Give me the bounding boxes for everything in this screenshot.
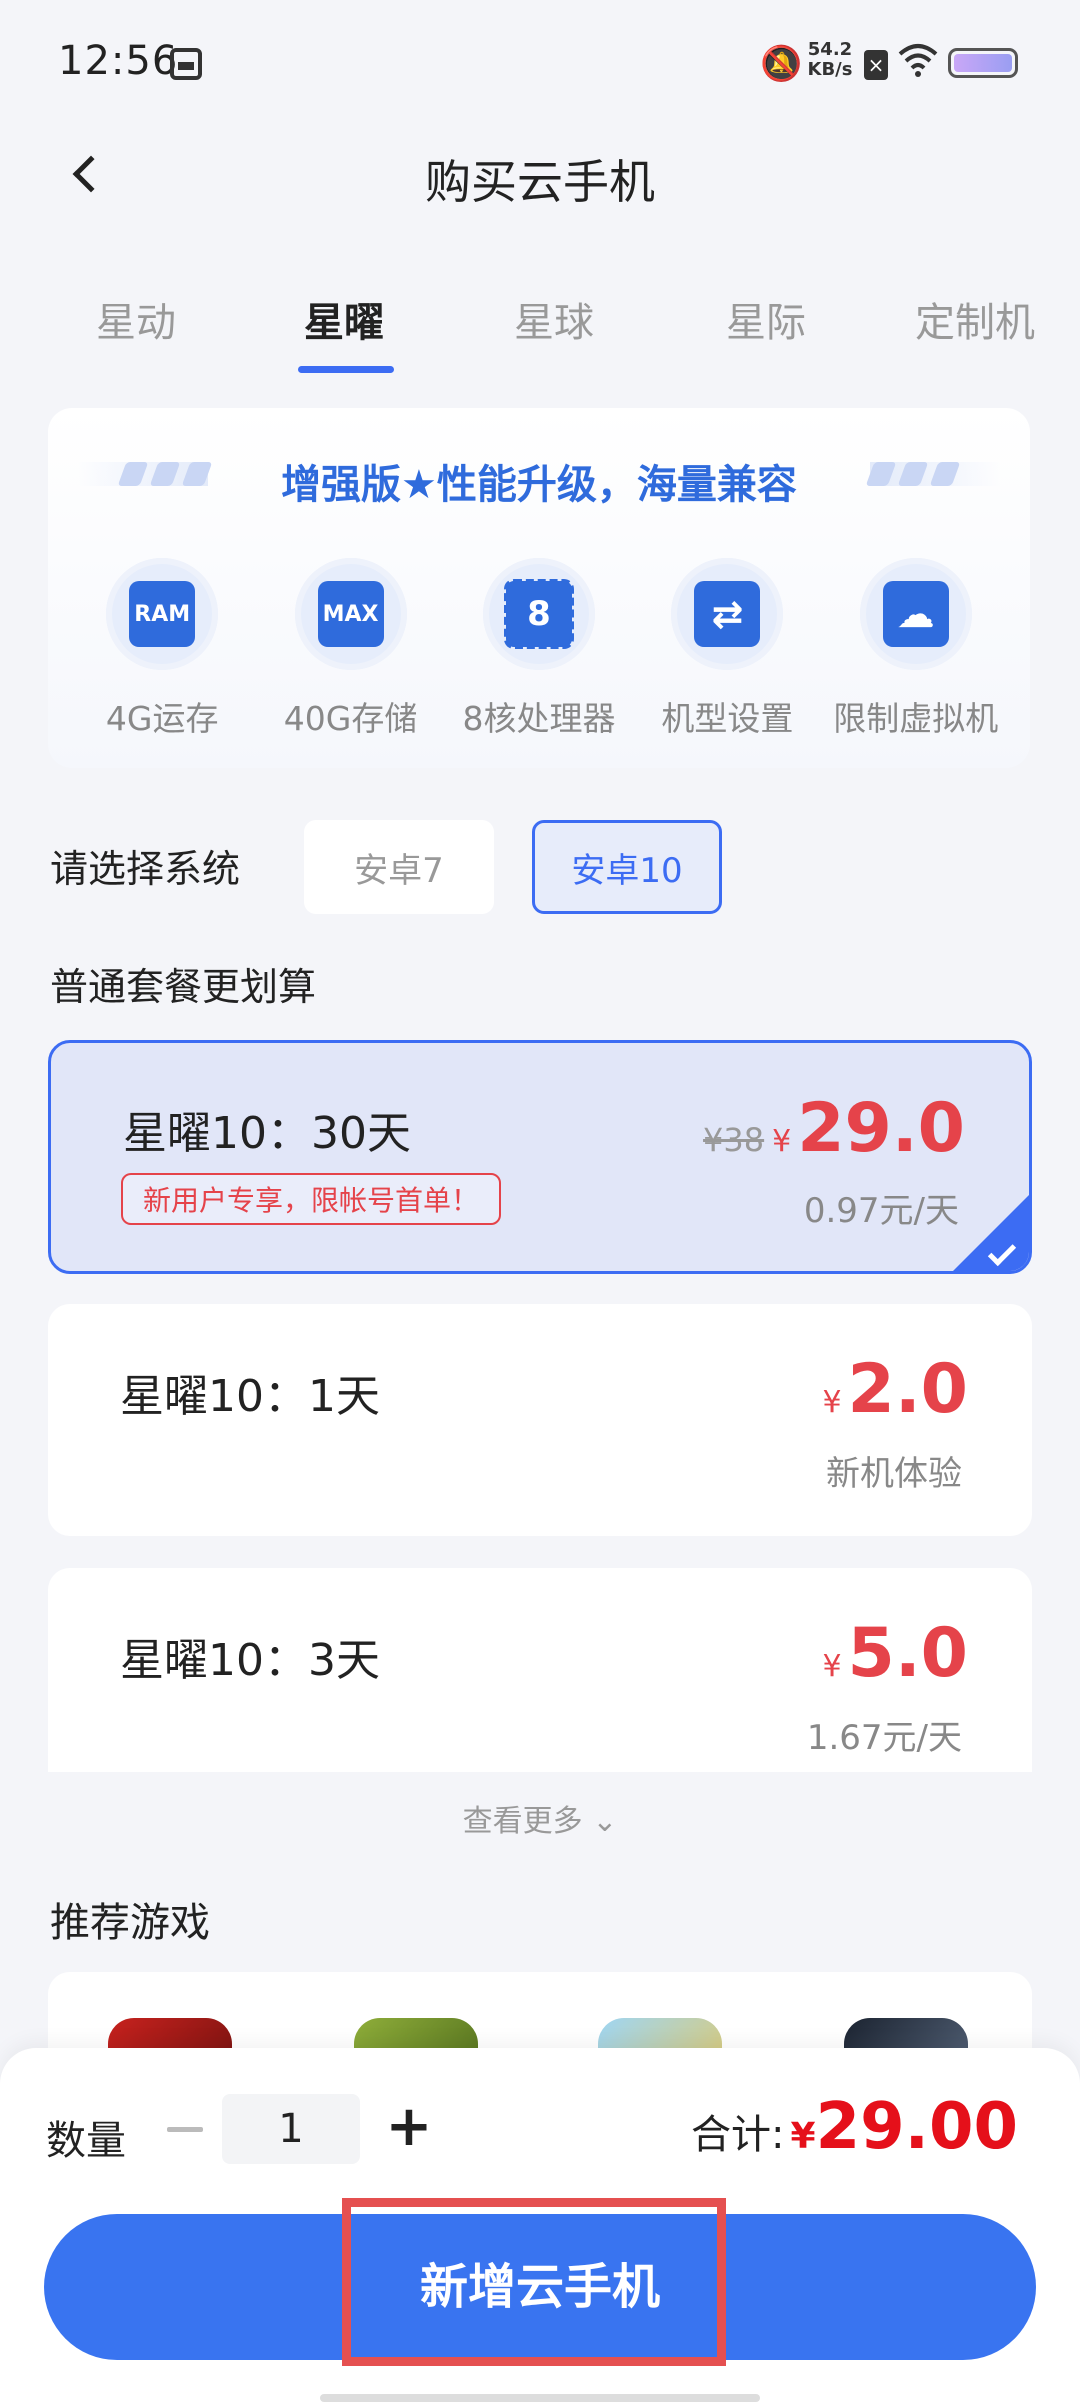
battery-level (954, 54, 1012, 72)
ram-icon: RAM (129, 581, 196, 647)
plan-card-3days[interactable]: 星曜10：3天 ¥ 5.0 1.67元/天 (48, 1568, 1032, 1772)
tab-xingji[interactable]: 星际 (722, 290, 810, 348)
plan-price: ¥ 5.0 (822, 1614, 968, 1693)
network-speed: 54.2 KB/s (800, 40, 860, 80)
feature-list: RAM 4G运存 MAX 40G存储 8 8核处理器 ⇄ 机型设置 ☁ 限制虚拟… (48, 558, 1030, 740)
total-currency: ¥ (790, 2116, 816, 2157)
total-price: 合计: ¥ 29.00 (691, 2090, 1018, 2164)
feature-label: 8核处理器 (462, 699, 616, 738)
highlight-box (342, 2198, 726, 2366)
quantity-increase-button[interactable]: + (374, 2094, 444, 2164)
plans-section-title: 普通套餐更划算 (50, 965, 317, 1009)
tab-xingqiu[interactable]: 星球 (510, 290, 598, 348)
plan-card-30days[interactable]: 星曜10：30天 新用户专享，限帐号首单！ ¥38 ¥ 29.0 0.97元/天 (48, 1040, 1032, 1274)
price-value: 5.0 (847, 1614, 968, 1693)
network-speed-unit: KB/s (807, 59, 853, 80)
tab-custom[interactable]: 定制机 (910, 290, 1040, 348)
price-value: 2.0 (847, 1350, 968, 1429)
network-speed-value: 54.2 (807, 39, 853, 60)
feature-label: 4G运存 (105, 699, 219, 738)
status-time: 12:56 (58, 38, 179, 84)
plan-card-1day[interactable]: 星曜10：1天 ¥ 2.0 新机体验 (48, 1304, 1032, 1536)
cpu-icon: 8 (503, 579, 574, 649)
product-tabs: 星动 星曜 星球 星际 定制机 (0, 290, 1080, 380)
price-currency: ¥ (772, 1124, 792, 1159)
daily-price: 0.97元/天 (803, 1191, 959, 1231)
banner-decoration-right (865, 462, 1000, 486)
feature-label: 机型设置 (661, 699, 794, 738)
daily-price: 1.67元/天 (806, 1718, 962, 1758)
new-user-tag: 新用户专享，限帐号首单！ (121, 1173, 502, 1225)
system-option-android10[interactable]: 安卓10 (532, 820, 722, 914)
plan-name: 星曜10：30天 (123, 1108, 411, 1159)
quantity-decrease-button[interactable] (150, 2094, 220, 2164)
feature-item-cpu: 8 8核处理器 (449, 558, 629, 740)
plan-subtitle: 新机体验 (826, 1454, 962, 1494)
switch-model-icon: ⇄ (694, 581, 761, 647)
total-label: 合计: (691, 2112, 785, 2158)
see-more-link[interactable]: 查看更多 ⌄ (0, 1796, 1080, 1840)
plan-price: ¥38 ¥ 29.0 (703, 1089, 965, 1168)
battery-icon (948, 48, 1018, 78)
feature-label: 40G存储 (283, 699, 418, 738)
plan-price: ¥ 2.0 (822, 1350, 968, 1429)
wifi-icon (898, 44, 938, 77)
home-indicator[interactable] (320, 2394, 760, 2402)
active-tab-indicator (298, 366, 394, 373)
price-currency: ¥ (822, 1649, 842, 1684)
plan-name: 星曜10：1天 (120, 1371, 380, 1422)
storage-icon: MAX (317, 581, 384, 647)
feature-item-vm: ☁ 限制虚拟机 (826, 558, 1006, 740)
cloud-phone-icon: ☁ (882, 581, 949, 647)
price-currency: ¥ (822, 1385, 842, 1420)
feature-label: 限制虚拟机 (833, 699, 999, 738)
tab-xingdong[interactable]: 星动 (92, 290, 180, 348)
feature-item-model: ⇄ 机型设置 (637, 558, 817, 740)
no-sim-icon: × (864, 50, 888, 80)
system-option-android7[interactable]: 安卓7 (304, 820, 494, 914)
total-value: 29.00 (815, 2090, 1018, 2164)
calendar-notification-icon (170, 48, 202, 80)
plan-name: 星曜10：3天 (120, 1635, 380, 1686)
original-price: ¥38 (703, 1121, 765, 1159)
quantity-value[interactable]: 1 (222, 2094, 360, 2164)
system-select-label: 请选择系统 (50, 847, 241, 891)
status-bar: 12:56 🔕 54.2 KB/s × (0, 0, 1080, 126)
bottom-purchase-bar: 数量 1 + 合计: ¥ 29.00 新增云手机 (0, 2048, 1080, 2408)
header: 购买云手机 (0, 126, 1080, 226)
feature-item-storage: MAX 40G存储 (261, 558, 441, 740)
page-title: 购买云手机 (425, 155, 655, 209)
feature-item-ram: RAM 4G运存 (72, 558, 252, 740)
tab-xingyao[interactable]: 星曜 (296, 290, 392, 348)
bell-muted-icon: 🔕 (760, 44, 803, 84)
feature-card: 增强版★性能升级，海量兼容 RAM 4G运存 MAX 40G存储 8 8核处理器… (48, 408, 1030, 768)
games-section-title: 推荐游戏 (50, 1900, 210, 1946)
quantity-label: 数量 (46, 2118, 126, 2164)
price-value: 29.0 (797, 1089, 965, 1168)
